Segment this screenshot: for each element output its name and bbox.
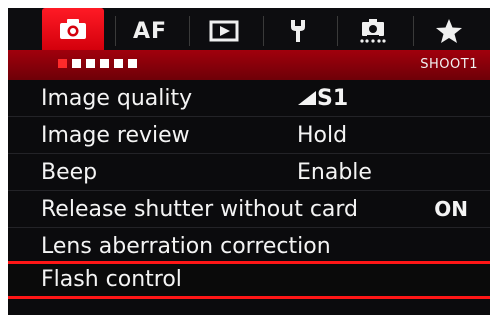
menu-item-label: Beep — [41, 160, 98, 185]
custom-function-camera-icon — [358, 18, 388, 44]
page-dot — [72, 59, 81, 68]
menu-item-value: Enable — [297, 160, 372, 185]
image-quality-value: S1 — [317, 86, 349, 111]
tab-bar: AF — [8, 8, 490, 50]
page-dot — [114, 59, 123, 68]
wrench-icon — [287, 18, 309, 44]
page-name: SHOOT1 — [420, 57, 478, 72]
tab-custom-functions[interactable] — [342, 12, 404, 50]
tab-separator — [115, 16, 116, 46]
menu-item-label: Image review — [41, 123, 190, 148]
menu-item-value: Hold — [297, 123, 348, 148]
tab-af[interactable]: AF — [120, 12, 180, 50]
menu-item-label: Image quality — [41, 86, 193, 111]
tab-af-label: AF — [132, 18, 168, 44]
tab-shooting[interactable] — [42, 8, 104, 50]
camera-menu-screen: AF SHOOT1 Image quality S1 Image review … — [8, 8, 490, 315]
menu-item-beep[interactable]: Beep Enable — [8, 154, 490, 190]
tab-separator — [263, 16, 264, 46]
menu-item-label: Flash control — [41, 267, 182, 292]
tab-separator — [189, 16, 190, 46]
page-dot — [128, 59, 137, 68]
menu-item-label: Release shutter without card — [41, 197, 359, 222]
quality-wedge-icon — [298, 91, 316, 105]
tab-separator — [413, 16, 414, 46]
page-dot-current — [58, 59, 67, 68]
tab-my-menu[interactable] — [418, 12, 480, 50]
page-dot — [100, 59, 109, 68]
menu-item-lens-aberration-correction[interactable]: Lens aberration correction — [8, 228, 490, 264]
menu-item-value: S1 — [297, 86, 348, 111]
menu-item-label: Lens aberration correction — [41, 234, 331, 259]
page-dot — [86, 59, 95, 68]
tab-setup[interactable] — [268, 12, 328, 50]
tab-separator — [337, 16, 338, 46]
tab-playback[interactable] — [194, 12, 254, 50]
menu-item-image-quality[interactable]: Image quality S1 — [8, 80, 490, 116]
menu-item-release-shutter-without-card[interactable]: Release shutter without card ON — [8, 191, 490, 227]
playback-icon — [209, 20, 239, 42]
star-icon — [435, 18, 463, 44]
menu-item-value: ON — [434, 197, 468, 221]
camera-icon — [59, 18, 87, 40]
menu-item-image-review[interactable]: Image review Hold — [8, 117, 490, 153]
menu-item-flash-control[interactable]: Flash control — [8, 261, 490, 299]
